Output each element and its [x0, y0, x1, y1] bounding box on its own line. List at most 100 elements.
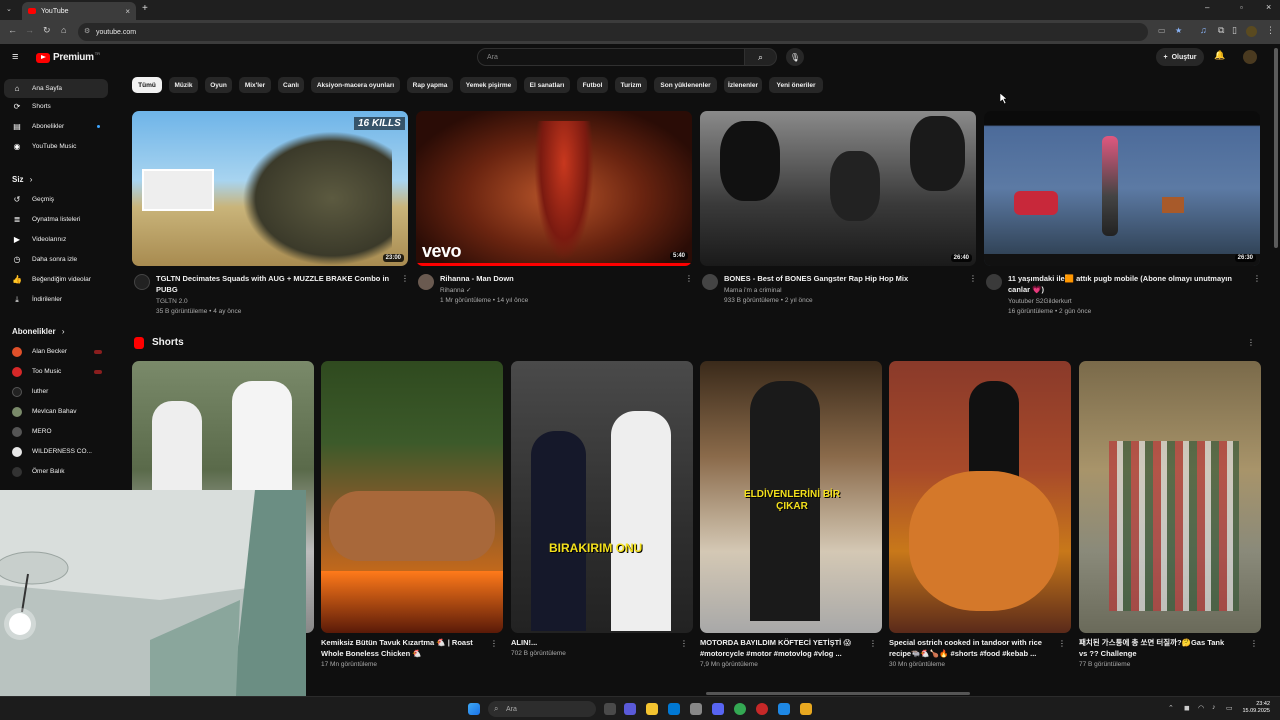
- chip-action-adventure[interactable]: Aksiyon-macera oyunları: [311, 77, 400, 93]
- reload-icon[interactable]: ↻: [43, 25, 51, 36]
- discord-icon[interactable]: [712, 703, 724, 715]
- short-title[interactable]: MOTORDA BAYILDIM KÖFTECİ YETİŞTİ 😱 #moto…: [700, 637, 866, 659]
- more-options-icon[interactable]: ⋮: [869, 639, 877, 648]
- channel-avatar[interactable]: [702, 274, 718, 290]
- short-title[interactable]: ALIN!...: [511, 637, 677, 648]
- hamburger-menu-icon[interactable]: ≡: [12, 51, 18, 63]
- more-options-icon[interactable]: ⋮: [1250, 639, 1258, 648]
- extensions-icon[interactable]: ⧉: [1218, 25, 1224, 36]
- obs-icon[interactable]: [756, 703, 768, 715]
- edge-icon[interactable]: [668, 703, 680, 715]
- store-icon[interactable]: [690, 703, 702, 715]
- sidebar-item-liked-videos[interactable]: 👍 Beğendiğim videolar: [4, 270, 108, 289]
- sidebar-sub-mero[interactable]: MERO: [4, 422, 108, 441]
- copilot-icon[interactable]: [624, 703, 636, 715]
- user-avatar[interactable]: [1243, 50, 1257, 64]
- tab-search-icon[interactable]: ⌄: [6, 5, 12, 13]
- maximize-icon[interactable]: ▫: [1240, 3, 1243, 12]
- short-title[interactable]: Kemiksiz Bütün Tavuk Kızartma 🐔 | Roast …: [321, 637, 487, 659]
- more-options-icon[interactable]: ⋮: [490, 639, 498, 648]
- sidebar-sub-mevlcan-bahav[interactable]: Mevlcan Bahav: [4, 402, 108, 421]
- chip-recently-uploaded[interactable]: Son yüklenenler: [654, 77, 717, 93]
- vertical-scrollbar[interactable]: [1274, 48, 1278, 248]
- sidebar-sub-alan-becker[interactable]: Alan Becker: [4, 342, 108, 361]
- short-thumbnail[interactable]: BIRAKIRIM ONU: [511, 361, 693, 633]
- chip-all[interactable]: Tümü: [132, 77, 162, 93]
- sidebar-item-shorts[interactable]: ⟳ Shorts: [4, 97, 108, 116]
- short-thumbnail[interactable]: [889, 361, 1071, 633]
- forward-icon[interactable]: →: [25, 25, 34, 35]
- channel-avatar[interactable]: [418, 274, 434, 290]
- video-title[interactable]: Rihanna - Man Down: [440, 273, 676, 284]
- sidebar-sub-omer-balik[interactable]: Ömer Balık: [4, 462, 108, 481]
- create-button[interactable]: + Oluştur: [1156, 48, 1204, 66]
- sidebar-item-history[interactable]: ↺ Geçmiş: [4, 190, 108, 209]
- video-thumbnail[interactable]: 26:30: [984, 111, 1260, 266]
- more-options-icon[interactable]: ⋮: [1253, 274, 1261, 283]
- home-browser-icon[interactable]: ⌂: [61, 25, 66, 35]
- chip-gaming[interactable]: Oyun: [205, 77, 232, 93]
- you-section-heading[interactable]: Siz ›: [12, 175, 32, 184]
- tray-chevron-icon[interactable]: ⌃: [1168, 704, 1174, 712]
- chip-music[interactable]: Müzik: [169, 77, 198, 93]
- more-options-icon[interactable]: ⋮: [969, 274, 977, 283]
- youtube-logo[interactable]: Premium TR: [36, 51, 100, 63]
- address-bar[interactable]: ⚙ youtube.com ▭ ★: [78, 23, 1182, 41]
- sidebar-item-downloads[interactable]: ⤓ İndirilenler: [4, 290, 108, 309]
- windows-start-icon[interactable]: [468, 703, 480, 715]
- short-title[interactable]: 패치된 가스통에 총 쏘면 터질까?🤔Gas Tank vs ?? Challe…: [1079, 637, 1245, 659]
- search-button[interactable]: ⌕: [745, 48, 777, 66]
- media-icon[interactable]: ♫: [1200, 25, 1207, 35]
- chip-football[interactable]: Futbol: [577, 77, 608, 93]
- voice-search-button[interactable]: 🎙: [786, 48, 804, 66]
- chip-cooking[interactable]: Yemek pişirme: [460, 77, 517, 93]
- wifi-icon[interactable]: ◠: [1198, 704, 1204, 712]
- more-options-icon[interactable]: ⋮: [685, 274, 693, 283]
- subscriptions-section-heading[interactable]: Abonelikler ›: [12, 327, 64, 336]
- cast-icon[interactable]: ▭: [1158, 26, 1166, 35]
- notifications-bell-icon[interactable]: 🔔: [1214, 50, 1225, 61]
- more-options-icon[interactable]: ⋮: [1058, 639, 1066, 648]
- video-thumbnail[interactable]: 26:40: [700, 111, 976, 266]
- tray-app-icon[interactable]: ◼: [1184, 704, 1190, 712]
- close-tab-icon[interactable]: ×: [125, 7, 130, 16]
- short-thumbnail[interactable]: [1079, 361, 1261, 633]
- close-window-icon[interactable]: ×: [1266, 2, 1271, 12]
- video-thumbnail[interactable]: 16 KILLS 23:00: [132, 111, 408, 266]
- channel-avatar[interactable]: [986, 274, 1002, 290]
- chip-new-to-you[interactable]: Yeni öneriler: [769, 77, 823, 93]
- sidebar-item-home[interactable]: ⌂ Ana Sayfa: [4, 79, 108, 98]
- shorts-scrollbar[interactable]: [706, 692, 970, 695]
- video-thumbnail[interactable]: vevo 5:40: [416, 111, 692, 266]
- app-icon[interactable]: [778, 703, 790, 715]
- minimize-icon[interactable]: –: [1205, 3, 1209, 12]
- chip-rap[interactable]: Rap yapma: [407, 77, 453, 93]
- sidebar-item-your-videos[interactable]: ▶ Videolarınız: [4, 230, 108, 249]
- site-info-icon[interactable]: ⚙: [84, 27, 90, 35]
- file-explorer-icon[interactable]: [646, 703, 658, 715]
- more-options-icon[interactable]: ⋮: [401, 274, 409, 283]
- chip-mixes[interactable]: Mix'ler: [239, 77, 271, 93]
- sidebar-item-playlists[interactable]: ≣ Oynatma listeleri: [4, 210, 108, 229]
- sidebar-item-watch-later[interactable]: ◷ Daha sonra izle: [4, 250, 108, 269]
- channel-avatar[interactable]: [134, 274, 150, 290]
- volume-icon[interactable]: ♪: [1212, 704, 1216, 711]
- video-title[interactable]: BONES - Best of BONES Gangster Rap Hip H…: [724, 273, 960, 284]
- taskbar-search-input[interactable]: ⌕ Ara: [488, 701, 596, 717]
- chip-tourism[interactable]: Turizm: [615, 77, 647, 93]
- shelf-options-icon[interactable]: ⋮: [1247, 338, 1255, 347]
- video-title[interactable]: 11 yaşımdaki ile🟧 attık pugb mobile (Abo…: [1008, 273, 1244, 295]
- sidebar-item-youtube-music[interactable]: ◉ YouTube Music: [4, 137, 108, 156]
- app-icon-2[interactable]: [800, 703, 812, 715]
- more-options-icon[interactable]: ⋮: [680, 639, 688, 648]
- sidebar-sub-luther[interactable]: luther: [4, 382, 108, 401]
- profile-avatar[interactable]: [1246, 26, 1257, 37]
- browser-menu-icon[interactable]: ⋮: [1266, 25, 1275, 36]
- back-icon[interactable]: ←: [8, 25, 17, 35]
- task-view-icon[interactable]: [604, 703, 616, 715]
- bookmark-star-icon[interactable]: ★: [1175, 26, 1182, 35]
- chip-crafts[interactable]: El sanatları: [524, 77, 570, 93]
- short-title[interactable]: Special ostrich cooked in tandoor with r…: [889, 637, 1055, 659]
- search-input[interactable]: Ara: [477, 48, 745, 66]
- sidebar-sub-wilderness[interactable]: WILDERNESS CO...: [4, 442, 108, 461]
